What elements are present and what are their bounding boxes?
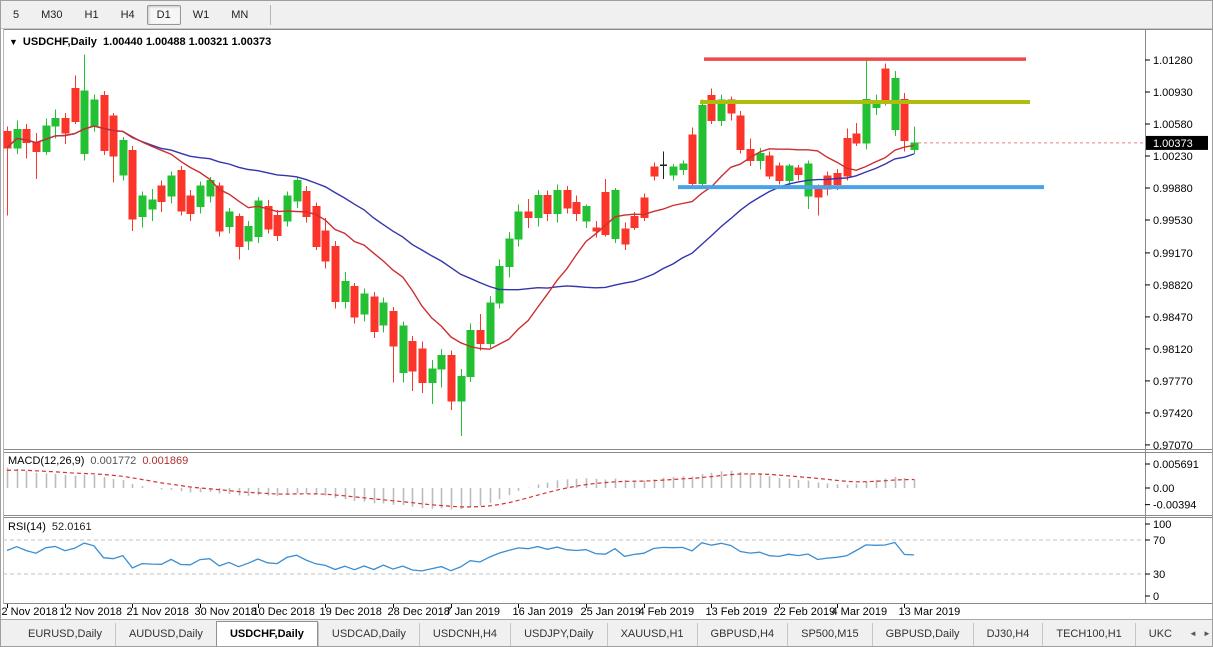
chart-tab-DJ30-H4[interactable]: DJ30,H4: [972, 623, 1043, 646]
svg-text:70: 70: [1153, 535, 1165, 547]
chart-tab-USDJPY-Daily[interactable]: USDJPY,Daily: [510, 623, 607, 646]
current-price-badge: 1.00373: [1153, 138, 1193, 150]
svg-text:0.98470: 0.98470: [1153, 312, 1193, 324]
chart-tab-USDCHF-Daily[interactable]: USDCHF,Daily: [215, 621, 318, 646]
svg-text:25 Jan 2019: 25 Jan 2019: [581, 606, 642, 618]
svg-text:4 Feb 2019: 4 Feb 2019: [639, 606, 695, 618]
timeframe-button-5[interactable]: 5: [3, 5, 29, 25]
trading-platform-window: 5 M30 H1 H4 D1 W1 MN 1.01280 1.00930 1.00580 1.00…: [0, 0, 1213, 647]
svg-text:0.97770: 0.97770: [1153, 376, 1193, 388]
timeframe-button-MN[interactable]: MN: [221, 5, 258, 25]
chart-tab-USDCAD-Daily[interactable]: USDCAD,Daily: [317, 623, 419, 646]
svg-text:1.00930: 1.00930: [1153, 87, 1193, 99]
chart-region[interactable]: 1.01280 1.00930 1.00580 1.00230 0.99880 0.995…: [1, 29, 1213, 621]
chart-tab-XAUUSD-H1[interactable]: XAUUSD,H1: [606, 623, 697, 646]
timeframe-button-D1[interactable]: D1: [146, 4, 181, 25]
timeframe-button-H4[interactable]: H4: [111, 5, 145, 25]
svg-text:1.00230: 1.00230: [1153, 151, 1193, 163]
svg-text:13 Mar 2019: 13 Mar 2019: [899, 606, 961, 618]
svg-text:30: 30: [1153, 569, 1165, 581]
svg-text:0.99530: 0.99530: [1153, 215, 1193, 227]
svg-text:1.01280: 1.01280: [1153, 55, 1193, 67]
tab-scroll-arrows: ◄ ►: [1189, 629, 1211, 646]
chart-canvas[interactable]: 1.01280 1.00930 1.00580 1.00230 0.99880 0.995…: [1, 29, 1213, 621]
svg-text:13 Feb 2019: 13 Feb 2019: [706, 606, 768, 618]
svg-text:0.98820: 0.98820: [1153, 280, 1193, 292]
svg-text:19 Dec 2018: 19 Dec 2018: [320, 606, 382, 618]
date-axis: 2 Nov 2018 12 Nov 2018 21 Nov 2018 30 Nov 2…: [2, 604, 961, 618]
svg-text:0.005691: 0.005691: [1153, 459, 1199, 471]
chart-tab-EURUSD-Daily[interactable]: EURUSD,Daily: [15, 623, 115, 646]
chart-tab-UKC[interactable]: UKC: [1134, 623, 1185, 646]
svg-text:100: 100: [1153, 519, 1171, 531]
symbol-tab-bar: EURUSD,Daily AUDUSD,Daily USDCHF,Daily USDC…: [1, 619, 1212, 646]
chart-tab-GBPUSD-Daily[interactable]: GBPUSD,Daily: [871, 623, 973, 646]
timeframe-toolbar: 5 M30 H1 H4 D1 W1 MN: [1, 1, 1212, 29]
svg-text:2 Nov 2018: 2 Nov 2018: [2, 606, 58, 618]
svg-text:0.98120: 0.98120: [1153, 344, 1193, 356]
timeframe-button-H1[interactable]: H1: [75, 5, 109, 25]
chart-tab-SP500-M15[interactable]: SP500,M15: [787, 623, 871, 646]
svg-text:0.00: 0.00: [1153, 483, 1174, 495]
svg-text:0.99170: 0.99170: [1153, 248, 1193, 260]
timeframe-button-W1[interactable]: W1: [183, 5, 220, 25]
chart-tab-TECH100-H1[interactable]: TECH100,H1: [1042, 623, 1134, 646]
tab-scroll-left-icon[interactable]: ◄: [1189, 629, 1197, 638]
svg-text:0: 0: [1153, 591, 1159, 603]
svg-text:4 Mar 2019: 4 Mar 2019: [832, 606, 888, 618]
chart-tab-AUDUSD-Daily[interactable]: AUDUSD,Daily: [114, 623, 216, 646]
svg-text:1.00580: 1.00580: [1153, 119, 1193, 131]
svg-text:10 Dec 2018: 10 Dec 2018: [253, 606, 315, 618]
svg-text:0.99880: 0.99880: [1153, 183, 1193, 195]
chart-tab-USDCNH-H4[interactable]: USDCNH,H4: [418, 623, 510, 646]
timeframe-button-M30[interactable]: M30: [31, 5, 72, 25]
svg-text:30 Nov 2018: 30 Nov 2018: [195, 606, 257, 618]
toolbar-separator: [270, 4, 272, 25]
tab-scroll-right-icon[interactable]: ►: [1203, 629, 1211, 638]
svg-text:0.97070: 0.97070: [1153, 440, 1193, 452]
svg-text:0.97420: 0.97420: [1153, 408, 1193, 420]
svg-text:-0.00394: -0.00394: [1153, 500, 1196, 512]
chart-tab-GBPUSD-H4[interactable]: GBPUSD,H4: [696, 623, 788, 646]
svg-text:28 Dec 2018: 28 Dec 2018: [388, 606, 450, 618]
svg-text:7 Jan 2019: 7 Jan 2019: [446, 606, 500, 618]
svg-text:16 Jan 2019: 16 Jan 2019: [513, 606, 574, 618]
svg-text:12 Nov 2018: 12 Nov 2018: [60, 606, 122, 618]
svg-text:22 Feb 2019: 22 Feb 2019: [774, 606, 836, 618]
svg-text:21 Nov 2018: 21 Nov 2018: [127, 606, 189, 618]
